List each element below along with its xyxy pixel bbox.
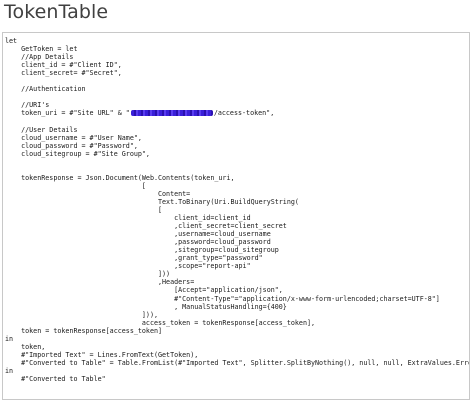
code-line: //URI's (5, 101, 50, 110)
code-line: token = tokenResponse[access_token] (5, 326, 163, 335)
code-line: ,scope="report-api" (5, 262, 251, 271)
code-line: client_id=client_id (5, 214, 251, 223)
code-line: [Accept="application/json", (5, 286, 283, 295)
redacted-url-scribble (130, 110, 213, 117)
code-line: cloud_username = #"User Name", (5, 133, 142, 142)
code-line: cloud_sitegroup = #"Site Group", (5, 149, 150, 158)
code-line: token, (5, 342, 46, 351)
code-block: let GetToken = let //App Details client_… (3, 33, 469, 383)
code-line: [ (5, 205, 163, 214)
code-line: #"Content-Type"="application/x-www-form-… (5, 294, 440, 303)
code-line: #"Imported Text" = Lines.FromText(GetTok… (5, 350, 199, 359)
code-line: in (5, 334, 14, 343)
query-title: TokenTable (4, 1, 109, 23)
token-uri-prefix: token_uri = #"Site URL" & " (5, 109, 130, 118)
code-line: client_secret= #"Secret", (5, 69, 122, 78)
code-line: cloud_password = #"Password", (5, 141, 138, 150)
code-line: //User Details (5, 125, 78, 134)
code-line: ,password=cloud_password (5, 238, 271, 247)
code-line: ,username=cloud_username (5, 230, 271, 239)
code-line: ,client_secret=client_secret (5, 222, 287, 231)
code-line: let (5, 37, 18, 45)
code-line: in (5, 366, 14, 375)
code-line: ])), (5, 310, 158, 319)
code-line: ,Headers= (5, 278, 195, 287)
code-line: ])) (5, 270, 171, 279)
code-line: , ManualStatusHandling={400} (5, 302, 287, 311)
code-line: client_id = #"Client ID", (5, 61, 122, 70)
code-line: ,grant_type="password" (5, 254, 263, 263)
token-uri-suffix: /access-token", (213, 109, 275, 118)
code-line: //Authentication (5, 85, 86, 94)
code-line: ,sitegroup=cloud_sitegroup (5, 246, 279, 255)
code-line: Content= (5, 189, 191, 198)
code-line: [ (5, 181, 146, 190)
code-line: //App Details (5, 53, 74, 62)
code-line: access_token = tokenResponse[access_toke… (5, 318, 316, 327)
code-line: Text.ToBinary(Uri.BuildQueryString( (5, 197, 299, 206)
code-line: #"Converted to Table" = Table.FromList(#… (5, 358, 470, 367)
code-line: GetToken = let (5, 45, 78, 54)
code-editor[interactable]: let GetToken = let //App Details client_… (2, 32, 470, 400)
code-line: tokenResponse = Json.Document(Web.Conten… (5, 173, 235, 182)
code-line: #"Converted to Table" (5, 374, 106, 383)
code-line-token-uri: token_uri = #"Site URL" & " /access-token… (5, 109, 469, 117)
query-editor-page: TokenTable let GetToken = let //App Deta… (0, 0, 474, 403)
